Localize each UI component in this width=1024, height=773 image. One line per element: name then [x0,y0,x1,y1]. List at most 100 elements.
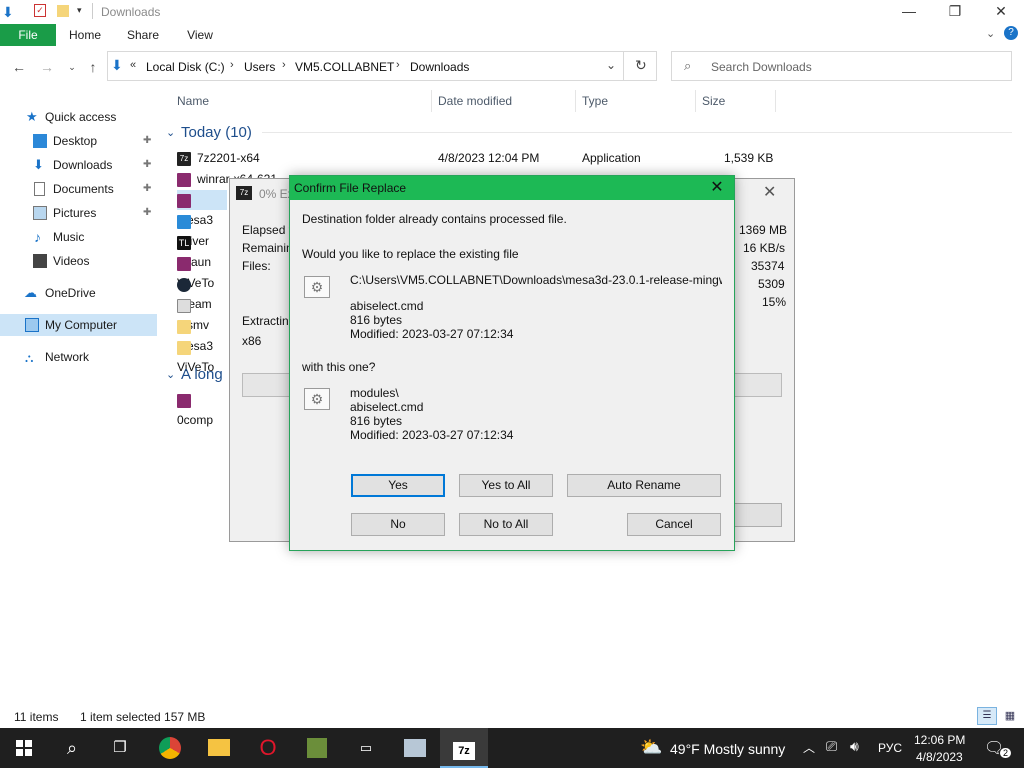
pin-icon[interactable]: ✚ [143,202,151,224]
column-header-size[interactable]: Size [702,94,725,108]
nav-onedrive[interactable]: ☁ OneDrive [0,282,160,304]
task-view-icon[interactable]: ❐ [96,728,144,768]
ribbon-expand-icon[interactable]: ⌄ [986,27,995,40]
tab-share[interactable]: Share [120,24,166,46]
clock-date[interactable]: 4/8/2023 [916,750,963,764]
nav-documents[interactable]: Documents ✚ [0,178,160,200]
weather-sunny-icon[interactable]: ⛅ [640,737,662,758]
forward-arrow-icon[interactable]: → [37,58,57,76]
pin-icon[interactable]: ✚ [143,154,151,176]
control-panel-icon[interactable] [391,728,439,768]
archive-icon [177,256,191,271]
chrome-icon[interactable] [146,728,194,768]
language-indicator[interactable]: РУС [878,741,902,755]
group-header-today[interactable]: Today (10) [181,124,252,141]
archive-icon [177,393,191,408]
column-header-name[interactable]: Name [177,94,209,108]
address-bar[interactable]: ⬇ « Local Disk (C:) › Users › VM5.COLLAB… [107,51,657,81]
no-to-all-button[interactable]: No to All [459,513,553,536]
yes-to-all-button[interactable]: Yes to All [459,474,553,497]
7zip-icon: 7z [236,186,252,200]
nav-desktop[interactable]: Desktop ✚ [0,130,160,152]
maximize-button[interactable]: ❐ [932,0,978,24]
cancel-button-behind[interactable] [730,503,782,527]
extracting-label: Extracting [242,314,296,328]
close-icon[interactable]: ✕ [763,182,776,202]
tab-file[interactable]: File [0,24,56,46]
chevron-up-icon[interactable]: ︿ [803,739,815,756]
no-button[interactable]: No [351,513,445,536]
chevron-right-icon[interactable]: › [230,59,234,71]
file-row[interactable]: ViVeTo [177,337,227,374]
large-icons-view-icon[interactable]: ▦ [1000,707,1020,725]
refresh-icon[interactable]: ↻ [635,57,647,74]
close-icon[interactable]: ✕ [704,178,730,198]
auto-rename-button[interactable]: Auto Rename [567,474,721,497]
file-row[interactable]: mesa3 [177,316,227,353]
network-tray-icon[interactable]: ⎚ [826,738,837,755]
minecraft-icon[interactable] [293,728,341,768]
file-row[interactable]: TLTLaun [177,232,227,269]
pin-icon[interactable]: ✚ [143,130,151,152]
opera-icon[interactable]: O [244,728,292,768]
nav-label: Pictures [53,206,97,220]
tab-view[interactable]: View [178,24,222,46]
recent-locations-icon[interactable]: ⌄ [62,58,82,76]
chevron-down-icon[interactable]: ⌄ [166,368,175,381]
executable-icon [177,298,191,313]
crumb-user[interactable]: VM5.COLLABNET [295,60,394,74]
volume-icon[interactable]: 🔊︎ [850,738,859,755]
file-row[interactable]: Steam [177,274,227,311]
nav-my-computer[interactable]: My Computer [0,314,157,336]
cancel-button[interactable]: Cancel [627,513,721,536]
crumb-users[interactable]: Users [244,60,275,74]
chevron-right-icon[interactable]: › [282,59,286,71]
address-dropdown-icon[interactable]: ⌄ [606,58,616,72]
installer-icon [177,214,191,229]
properties-icon[interactable]: ✓ [34,4,46,17]
overflow-icon[interactable]: « [130,59,136,71]
chevron-right-icon[interactable]: › [396,59,400,71]
file-explorer-icon[interactable] [195,728,243,768]
pin-icon[interactable]: ✚ [143,178,151,200]
close-button[interactable]: ✕ [978,0,1024,24]
item-count: 11 items [14,710,59,724]
7zip-taskbar-icon[interactable]: 7z [440,728,488,768]
file-row-selected[interactable]: mesa3 [177,190,227,227]
windows-start-icon[interactable] [0,728,48,768]
tab-home[interactable]: Home [62,24,108,46]
column-header-type[interactable]: Type [582,94,608,108]
nav-quick-access[interactable]: ★ Quick access [0,106,160,128]
chevron-down-icon[interactable]: ⌄ [166,126,175,139]
details-view-icon[interactable]: ☰ [977,707,997,725]
file-date: 4/8/2023 12:04 PM [438,151,540,165]
yes-button[interactable]: Yes [351,474,445,497]
help-icon[interactable]: ? [1004,26,1018,40]
nav-pictures[interactable]: Pictures ✚ [0,202,160,224]
clock-time[interactable]: 12:06 PM [914,733,965,747]
existing-size: 816 bytes [350,313,403,327]
minimize-button[interactable]: — [886,0,932,24]
file-row[interactable]: Driver [177,211,227,248]
group-header-along[interactable]: A long [181,366,223,383]
nav-network[interactable]: ⛬ Network [0,346,160,368]
nav-downloads[interactable]: ⬇ Downloads ✚ [0,154,160,176]
crumb-downloads[interactable]: Downloads [410,60,469,74]
crumb-local-disk[interactable]: Local Disk (C:) [146,60,225,74]
back-arrow-icon[interactable]: ← [9,58,29,76]
nav-videos[interactable]: Videos [0,250,160,272]
up-arrow-icon[interactable]: ↑ [83,58,103,76]
file-row[interactable]: 0comp [177,390,227,427]
command-prompt-icon[interactable]: ▭ [342,728,390,768]
quick-access-dropdown-icon[interactable]: ▾ [77,5,82,16]
file-row[interactable]: 7z 7z2201-x64 4/8/2023 12:04 PM Applicati… [177,148,777,168]
incoming-path: modules\ [350,386,399,400]
file-row[interactable]: ViVeTo [177,253,227,290]
file-row[interactable]: nfsmv [177,295,227,332]
nav-music[interactable]: ♪ Music [0,226,160,248]
new-folder-icon[interactable] [57,5,69,17]
search-box[interactable]: ⌕ Search Downloads [671,51,1012,81]
weather-text[interactable]: 49°F Mostly sunny [670,741,785,757]
column-header-date[interactable]: Date modified [438,94,512,108]
search-icon[interactable]: ⌕ [48,728,96,768]
